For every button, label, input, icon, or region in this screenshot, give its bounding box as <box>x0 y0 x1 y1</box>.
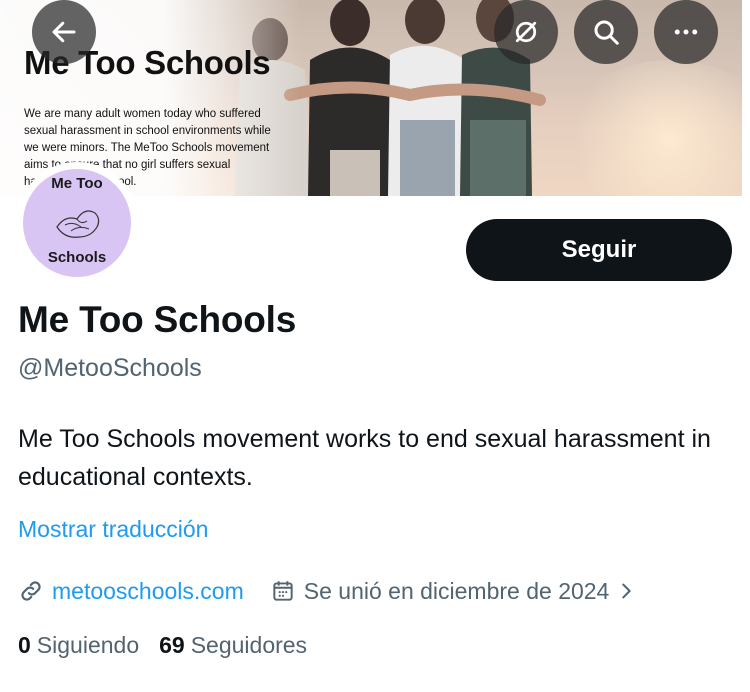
following-label[interactable]: Siguiendo <box>37 632 139 659</box>
follow-button[interactable]: Seguir <box>466 219 732 281</box>
profile-meta: metooschools.com Se unió en diciembre de… <box>18 574 637 608</box>
more-button[interactable] <box>654 0 718 64</box>
joined-date-text: Se unió en diciembre de 2024 <box>303 577 610 604</box>
hands-icon <box>56 210 100 238</box>
avatar-text-bottom: Schools <box>47 249 107 266</box>
grok-button[interactable] <box>494 0 558 64</box>
profile-name: Me Too Schools <box>18 299 297 340</box>
search-button[interactable] <box>574 0 638 64</box>
avatar[interactable]: Me Too Schools <box>16 162 138 284</box>
more-icon <box>674 29 698 35</box>
following-count[interactable]: 0 <box>18 632 31 659</box>
joined-date-button[interactable]: Se unió en diciembre de 2024 <box>270 578 638 605</box>
grok-icon <box>515 21 537 43</box>
back-button[interactable] <box>32 0 96 64</box>
show-translation-link[interactable]: Mostrar traducción <box>18 516 208 543</box>
followers-label[interactable]: Seguidores <box>191 632 307 659</box>
arrow-left-icon <box>52 21 76 43</box>
profile-handle: @MetooSchools <box>18 354 202 382</box>
website-link[interactable]: metooschools.com <box>52 578 244 605</box>
followers-count[interactable]: 69 <box>159 632 185 659</box>
chevron-right-icon <box>615 580 637 602</box>
search-icon <box>594 20 619 45</box>
avatar-text-top: Me Too <box>51 175 103 192</box>
follow-counts: 0 Siguiendo 69 Seguidores <box>18 632 327 659</box>
profile-bio: Me Too Schools movement works to end sex… <box>18 425 711 491</box>
calendar-icon <box>270 578 296 604</box>
link-icon <box>18 578 44 604</box>
